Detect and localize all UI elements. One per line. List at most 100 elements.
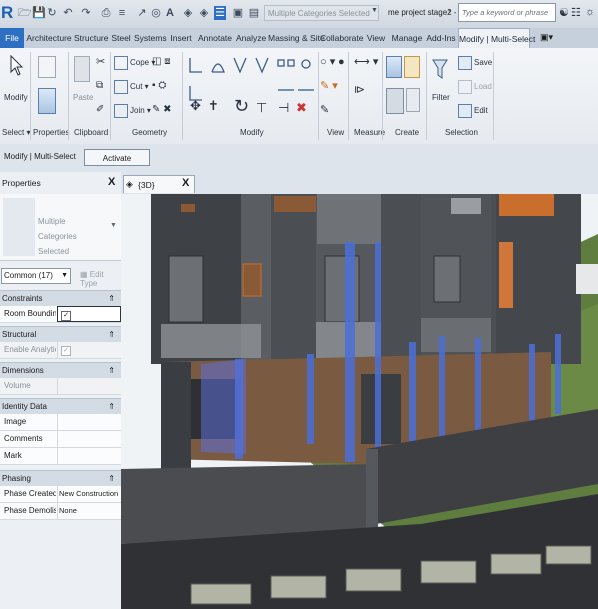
- load-selection-button[interactable]: Load: [458, 80, 492, 94]
- tab-architecture[interactable]: Architecture: [26, 28, 72, 48]
- undo-icon[interactable]: ↶: [62, 6, 74, 20]
- filter-icon[interactable]: [432, 58, 448, 80]
- close-icon[interactable]: X: [182, 177, 189, 189]
- property-value[interactable]: [57, 448, 121, 464]
- modify-tools[interactable]: ✥ ✝ ↻ ⊤ ⊣ ✖: [188, 56, 328, 126]
- 3d-view-canvas[interactable]: [121, 194, 598, 609]
- tab-manage[interactable]: Manage: [390, 28, 424, 48]
- print-icon[interactable]: ⎙: [100, 6, 112, 20]
- tab-steel[interactable]: Steel: [110, 28, 132, 48]
- properties-icon[interactable]: [38, 56, 56, 78]
- search-input[interactable]: Type a keyword or phrase: [458, 3, 556, 22]
- linework-icon[interactable]: ✎: [320, 104, 329, 116]
- create-similar-icon[interactable]: [406, 88, 420, 112]
- tab-file[interactable]: File: [0, 28, 24, 48]
- cut-scissors-icon[interactable]: ✂: [96, 56, 105, 68]
- measure-distance-icon[interactable]: ⟷ ▾: [354, 56, 378, 68]
- binoculars-icon[interactable]: ☯: [559, 6, 569, 19]
- tab-insert[interactable]: Insert: [168, 28, 194, 48]
- save-selection-button[interactable]: Save: [458, 56, 492, 70]
- ribbon-options-icon[interactable]: ▣▾: [540, 32, 553, 43]
- divider: [426, 52, 427, 140]
- modify-button[interactable]: [4, 54, 26, 80]
- move-cross-icon: ✥: [190, 99, 201, 114]
- paste-icon[interactable]: [74, 56, 90, 82]
- dimension-icon[interactable]: ↗: [136, 6, 148, 20]
- collapse-icon: ⇑: [108, 294, 115, 303]
- panel-measure: Measure: [354, 128, 386, 137]
- tag-icon[interactable]: ◎: [150, 6, 162, 20]
- join-button[interactable]: Join ▾: [114, 104, 151, 118]
- group-dimensions[interactable]: Dimensions ⇑: [0, 362, 121, 378]
- type-properties-icon[interactable]: [38, 88, 56, 114]
- property-value[interactable]: None: [57, 503, 121, 519]
- group-structural[interactable]: Structural ⇑: [0, 326, 121, 342]
- redo-icon[interactable]: ↷: [80, 6, 92, 20]
- subscription-icon[interactable]: ☷: [571, 6, 581, 19]
- panel-selection: Selection: [445, 128, 478, 137]
- section-icon[interactable]: ◈: [198, 6, 210, 20]
- building-model: [121, 194, 598, 609]
- text-icon[interactable]: A: [164, 6, 176, 20]
- tab-systems[interactable]: Systems: [134, 28, 167, 48]
- modify-label[interactable]: Modify: [4, 92, 28, 104]
- tab-add-ins[interactable]: Add-Ins: [426, 28, 456, 48]
- room-bounding-checkbox[interactable]: ✓: [57, 306, 121, 322]
- tab-annotate[interactable]: Annotate: [196, 28, 234, 48]
- tab-analyze[interactable]: Analyze: [236, 28, 266, 48]
- sync-icon[interactable]: ↻: [46, 6, 58, 20]
- create-parts-icon[interactable]: [404, 56, 420, 78]
- group-phasing[interactable]: Phasing ⇑: [0, 470, 121, 486]
- chevron-right-icon[interactable]: ›: [448, 6, 451, 16]
- revit-logo[interactable]: R: [1, 2, 15, 24]
- view-tab-3d[interactable]: ◈ {3D} X: [123, 175, 195, 193]
- group-identity-data[interactable]: Identity Data ⇑: [0, 398, 121, 414]
- copy-icon[interactable]: ⧉: [96, 80, 103, 92]
- save-icon[interactable]: 💾: [32, 6, 46, 20]
- panel-create: Create: [395, 128, 420, 137]
- activate-dimensions-button[interactable]: Activate Dimensions: [84, 149, 150, 180]
- close-windows-icon[interactable]: ▣: [232, 6, 244, 20]
- property-value[interactable]: [57, 431, 121, 447]
- rotate-icon: [301, 59, 311, 69]
- create-group-icon[interactable]: [386, 88, 404, 114]
- cut-button[interactable]: Cut ▾: [114, 80, 149, 94]
- info-icon[interactable]: ☼: [585, 6, 595, 18]
- tab-structure[interactable]: Structure: [74, 28, 109, 48]
- 3d-view-icon[interactable]: ◈: [182, 6, 194, 20]
- hide-icon[interactable]: ○ ▾: [320, 56, 335, 68]
- instance-filter-dropdown[interactable]: Common (17) ▼: [1, 268, 71, 284]
- demolish-icon[interactable]: ✎ ✖: [152, 104, 172, 116]
- split-face-icon[interactable]: ◫ ⧈: [152, 56, 171, 68]
- selection-dropdown[interactable]: Multiple Categories Selected: [264, 5, 379, 21]
- measure-icon[interactable]: ≡: [116, 6, 128, 20]
- chevron-down-icon[interactable]: ▼: [110, 222, 117, 229]
- match-type-icon[interactable]: ✐: [96, 104, 104, 116]
- property-row: Mark: [0, 448, 121, 465]
- paste-label[interactable]: Paste: [73, 92, 93, 104]
- chevron-down-icon[interactable]: ▼: [371, 7, 378, 14]
- tab-modify-multi-select[interactable]: Modify | Multi-Select: [458, 28, 535, 48]
- open-icon[interactable]: 🗁: [18, 6, 32, 20]
- panel-select[interactable]: Select ▾: [2, 128, 30, 137]
- property-value[interactable]: New Construction: [57, 486, 121, 502]
- paint-icon[interactable]: ▪ ⛭: [152, 80, 166, 92]
- override-graphics-icon[interactable]: ✎ ▾: [320, 80, 338, 92]
- tab-collaborate[interactable]: Collaborate: [320, 28, 363, 48]
- close-icon[interactable]: X: [108, 176, 115, 188]
- cope-button[interactable]: Cope ▾: [114, 56, 155, 70]
- property-value[interactable]: [57, 414, 121, 430]
- type-selector[interactable]: Multiple Categories Selected ▼: [0, 194, 121, 261]
- tab-view[interactable]: View: [364, 28, 388, 48]
- paint-bucket-icon[interactable]: ●: [338, 56, 345, 68]
- view-tab-bar: ◈ {3D} X: [121, 172, 598, 195]
- group-constraints[interactable]: Constraints ⇑: [0, 290, 121, 306]
- filter-button[interactable]: Filter: [432, 92, 450, 104]
- edit-type-button[interactable]: ▦ Edit Type: [80, 270, 121, 288]
- dimension-tool-icon[interactable]: ⧐: [354, 84, 365, 96]
- tab-massing-site[interactable]: Massing & Site: [268, 28, 325, 48]
- edit-selection-button[interactable]: Edit: [458, 104, 488, 118]
- create-assembly-icon[interactable]: [386, 56, 402, 78]
- switch-windows-icon[interactable]: ▤: [248, 6, 260, 20]
- thin-lines-icon[interactable]: ☰: [214, 6, 226, 20]
